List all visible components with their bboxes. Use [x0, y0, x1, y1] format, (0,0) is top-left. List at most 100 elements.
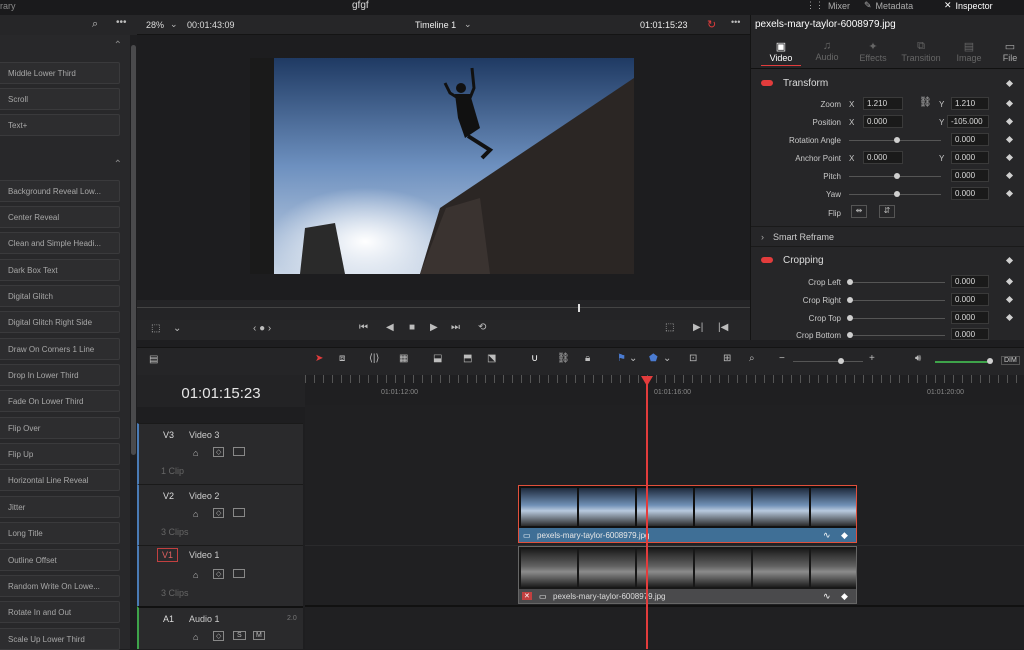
flip-horizontal-icon[interactable]: ⇹ [851, 205, 867, 218]
titles-scrollbar[interactable] [130, 35, 137, 649]
rotation-knob[interactable] [894, 137, 900, 143]
scrub-playhead[interactable] [578, 304, 580, 312]
keyframe-icon[interactable]: ◆ [841, 530, 848, 541]
title-list-item[interactable]: Middle Lower Third [0, 62, 120, 84]
video-clip-v1[interactable]: ✕ ▭ pexels-mary-taylor-6008979.jpg ∿ ◆ [518, 546, 857, 604]
title-list-item[interactable]: Rotate In and Out [0, 601, 120, 623]
track-name[interactable]: Video 3 [189, 430, 219, 440]
chevron-down-icon[interactable]: ⌄ [173, 323, 181, 334]
playhead-handle[interactable] [641, 376, 653, 386]
auto-select-icon[interactable]: ◇ [213, 631, 225, 641]
track-header-v3[interactable]: V3 Video 3 ⌂ ◇ 1 Clip [137, 423, 303, 484]
more-options-icon[interactable]: ••• [116, 17, 127, 28]
zoom-custom-icon[interactable]: ⌕ [749, 353, 755, 364]
lock-icon[interactable]: ⌂ [193, 509, 198, 519]
tab-transition[interactable]: ⧉ Transition [899, 40, 943, 63]
tab-audio[interactable]: ♫ Audio [807, 40, 847, 62]
timeline-view-icon[interactable]: ▤ [149, 354, 158, 365]
tab-file[interactable]: ▭ File [995, 40, 1024, 63]
viewer-scrub-bar[interactable] [137, 300, 750, 320]
curve-icon[interactable]: ∿ [823, 530, 831, 541]
timeline-name[interactable]: Timeline 1 [415, 20, 456, 30]
keyframe-icon[interactable] [1005, 189, 1014, 198]
title-list-item[interactable]: Outline Offset [0, 549, 120, 571]
zoom-full-icon[interactable]: ⊡ [689, 353, 697, 364]
keyframe-icon[interactable] [1005, 277, 1014, 286]
play-reverse-icon[interactable]: ◀ [386, 322, 394, 333]
keyframe-icon[interactable] [1005, 171, 1014, 180]
transform-title[interactable]: Transform [783, 78, 828, 89]
replace-clip-icon[interactable]: ⬔ [487, 353, 496, 364]
position-y-field[interactable]: -105.000 [947, 115, 989, 128]
crop-right-field[interactable]: 0.000 [951, 293, 989, 306]
tab-image[interactable]: ▤ Image [949, 40, 989, 63]
timeline-ruler[interactable]: 01:01:12:00 01:01:16:00 01:01:20:00 [305, 375, 1024, 405]
stop-icon[interactable]: ■ [409, 322, 415, 333]
auto-select-icon[interactable]: ◇ [213, 508, 225, 518]
keyframe-icon[interactable] [1005, 79, 1014, 88]
pitch-field[interactable]: 0.000 [951, 169, 989, 182]
volume-slider[interactable] [935, 361, 989, 363]
crop-left-slider[interactable] [853, 282, 945, 283]
dim-button[interactable]: DIM [1001, 356, 1020, 365]
curve-icon[interactable]: ∿ [823, 591, 831, 602]
title-list-item[interactable]: Center Reveal [0, 206, 120, 228]
play-icon[interactable]: ▶ [430, 322, 438, 333]
title-list-item[interactable]: Long Title [0, 522, 120, 544]
cropping-title[interactable]: Cropping [783, 255, 824, 266]
inspector-button[interactable]: ✕ Inspector [944, 0, 993, 11]
loop-icon[interactable]: ⟲ [478, 322, 486, 333]
crop-right-slider[interactable] [853, 300, 945, 301]
zoom-x-field[interactable]: 1.210 [863, 97, 903, 110]
mixer-button[interactable]: ⋮⋮ Mixer [806, 0, 850, 11]
title-list-item[interactable]: Random Write On Lowe... [0, 575, 120, 597]
collapse-icon[interactable]: ⌃ [0, 40, 128, 54]
sync-icon[interactable]: ↻ [707, 18, 716, 31]
cropping-toggle[interactable] [761, 257, 773, 263]
chevron-right-icon[interactable]: › [761, 232, 764, 242]
yaw-field[interactable]: 0.000 [951, 187, 989, 200]
crop-bottom-slider[interactable] [853, 335, 945, 336]
timeline-playhead[interactable] [646, 378, 648, 649]
track-enable-icon[interactable] [233, 569, 245, 578]
zoom-out-icon[interactable]: − [779, 353, 785, 364]
keyframe-icon[interactable] [1005, 99, 1014, 108]
tab-effects[interactable]: ✦ Effects [853, 40, 893, 63]
flag-icon[interactable]: ⚑ [617, 353, 626, 364]
zoom-detail-icon[interactable]: ⊞ [723, 353, 731, 364]
title-list-item[interactable]: Flip Over [0, 417, 120, 439]
chevron-down-icon[interactable]: ⌄ [464, 19, 472, 30]
tab-video[interactable]: ▣ Video [761, 40, 801, 66]
auto-select-icon[interactable]: ◇ [213, 447, 225, 457]
insert-clip-icon[interactable]: ⬓ [433, 353, 442, 364]
title-list-item[interactable]: Background Reveal Low... [0, 180, 120, 202]
track-header-v2[interactable]: V2 Video 2 ⌂ ◇ 3 Clips [137, 484, 303, 545]
overwrite-clip-icon[interactable]: ⬒ [463, 353, 472, 364]
keyframe-icon[interactable]: ◆ [841, 591, 848, 602]
solo-button[interactable]: S [233, 631, 246, 640]
zoom-in-icon[interactable]: + [869, 353, 875, 364]
title-list-item[interactable]: Drop In Lower Third [0, 364, 120, 386]
yaw-knob[interactable] [894, 191, 900, 197]
lock-icon[interactable]: ⌂ [193, 448, 198, 458]
keyframe-icon[interactable] [1005, 313, 1014, 322]
match-frame-icon[interactable]: ⬚ [665, 322, 674, 333]
auto-select-icon[interactable]: ◇ [213, 569, 225, 579]
chevron-down-icon[interactable]: ⌄ [629, 353, 637, 364]
snapping-icon[interactable]: ∪ [531, 353, 538, 364]
title-list-item[interactable]: Dark Box Text [0, 259, 120, 281]
blade-tool-icon[interactable]: ▦ [399, 353, 408, 364]
title-list-item[interactable]: Clean and Simple Headi... [0, 232, 120, 254]
keyframe-icon[interactable] [1005, 117, 1014, 126]
crop-bottom-field[interactable]: 0.000 [951, 328, 989, 340]
lock-icon[interactable]: ⌂ [193, 632, 198, 642]
prev-next-clip-icon[interactable]: ‹ ● › [253, 323, 271, 334]
zoom-y-field[interactable]: 1.210 [951, 97, 989, 110]
trim-tool-icon[interactable]: ⧈ [339, 353, 345, 364]
dynamic-trim-icon[interactable]: ⟨|⟩ [369, 353, 379, 364]
search-icon[interactable]: ⌕ [92, 18, 98, 31]
anchor-y-field[interactable]: 0.000 [951, 151, 989, 164]
title-list-item[interactable]: Scale Up Lower Third [0, 628, 120, 650]
prev-edit-icon[interactable]: |◀ [718, 322, 728, 333]
volume-knob[interactable] [987, 358, 993, 364]
